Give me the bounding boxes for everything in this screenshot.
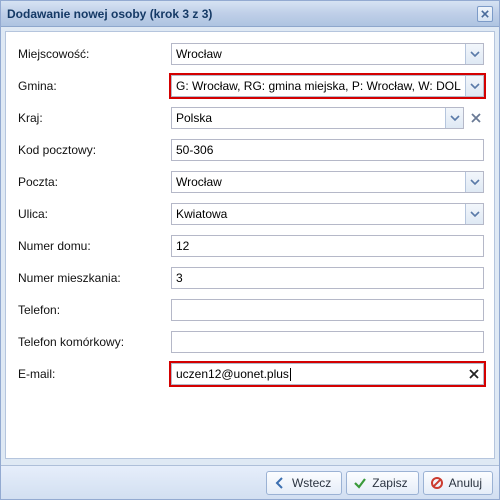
check-icon (353, 476, 367, 490)
label-gmina: Gmina: (16, 79, 171, 93)
back-button-label: Wstecz (292, 476, 331, 490)
dropdown-trigger-gmina[interactable] (465, 76, 483, 96)
input-numer-mieszkania[interactable] (172, 268, 483, 288)
row-telefon-kom: Telefon komórkowy: (16, 330, 484, 354)
cancel-button-label: Anuluj (449, 476, 482, 490)
field-email[interactable]: uczen12@uonet.plus (171, 363, 484, 385)
save-button[interactable]: Zapisz (346, 471, 418, 495)
label-ulica: Ulica: (16, 207, 171, 221)
row-numer-mieszkania: Numer mieszkania: (16, 266, 484, 290)
field-telefon-kom[interactable] (171, 331, 484, 353)
clear-email-button[interactable] (465, 364, 483, 384)
field-telefon[interactable] (171, 299, 484, 321)
text-cursor (290, 368, 291, 381)
save-button-label: Zapisz (372, 476, 407, 490)
clear-kraj-button[interactable] (468, 107, 484, 129)
input-telefon[interactable] (172, 300, 483, 320)
label-numer-domu: Numer domu: (16, 239, 171, 253)
form-body: Miejscowość: Gmina: Kraj: (5, 31, 495, 459)
row-miejscowosc: Miejscowość: (16, 42, 484, 66)
dropdown-trigger-kraj[interactable] (445, 108, 463, 128)
row-telefon: Telefon: (16, 298, 484, 322)
dropdown-trigger-miejscowosc[interactable] (465, 44, 483, 64)
row-poczta: Poczta: (16, 170, 484, 194)
cancel-icon (430, 476, 444, 490)
label-email: E-mail: (16, 367, 171, 381)
field-kod-pocztowy[interactable] (171, 139, 484, 161)
field-numer-mieszkania[interactable] (171, 267, 484, 289)
chevron-down-icon (470, 209, 480, 219)
input-miejscowosc[interactable] (172, 44, 465, 64)
cancel-button[interactable]: Anuluj (423, 471, 493, 495)
back-button[interactable]: Wstecz (266, 471, 342, 495)
input-poczta[interactable] (172, 172, 465, 192)
input-kod-pocztowy[interactable] (172, 140, 483, 160)
label-poczta: Poczta: (16, 175, 171, 189)
row-ulica: Ulica: (16, 202, 484, 226)
arrow-left-icon (273, 476, 287, 490)
field-miejscowosc[interactable] (171, 43, 484, 65)
dialog-window: Dodawanie nowej osoby (krok 3 z 3) Miejs… (0, 0, 500, 500)
label-telefon-kom: Telefon komórkowy: (16, 335, 171, 349)
row-email: E-mail: uczen12@uonet.plus (16, 362, 484, 386)
input-kraj[interactable] (172, 108, 445, 128)
row-kraj: Kraj: (16, 106, 484, 130)
close-icon (481, 10, 489, 18)
field-gmina[interactable] (171, 75, 484, 97)
dropdown-trigger-ulica[interactable] (465, 204, 483, 224)
label-telefon: Telefon: (16, 303, 171, 317)
input-email[interactable]: uczen12@uonet.plus (172, 364, 465, 384)
x-icon (471, 113, 481, 123)
email-text: uczen12@uonet.plus (176, 367, 289, 381)
chevron-down-icon (450, 113, 460, 123)
input-telefon-kom[interactable] (172, 332, 483, 352)
label-kod-pocztowy: Kod pocztowy: (16, 143, 171, 157)
chevron-down-icon (470, 177, 480, 187)
field-poczta[interactable] (171, 171, 484, 193)
input-gmina[interactable] (172, 76, 465, 96)
row-kod-pocztowy: Kod pocztowy: (16, 138, 484, 162)
label-kraj: Kraj: (16, 111, 171, 125)
row-gmina: Gmina: (16, 74, 484, 98)
dialog-footer: Wstecz Zapisz Anuluj (1, 465, 499, 499)
field-ulica[interactable] (171, 203, 484, 225)
window-title: Dodawanie nowej osoby (krok 3 z 3) (7, 7, 477, 21)
label-numer-mieszkania: Numer mieszkania: (16, 271, 171, 285)
chevron-down-icon (470, 81, 480, 91)
chevron-down-icon (470, 49, 480, 59)
dropdown-trigger-poczta[interactable] (465, 172, 483, 192)
input-numer-domu[interactable] (172, 236, 483, 256)
x-icon (469, 369, 479, 379)
input-ulica[interactable] (172, 204, 465, 224)
titlebar: Dodawanie nowej osoby (krok 3 z 3) (1, 1, 499, 27)
field-numer-domu[interactable] (171, 235, 484, 257)
field-kraj[interactable] (171, 107, 464, 129)
window-close-button[interactable] (477, 6, 493, 22)
row-numer-domu: Numer domu: (16, 234, 484, 258)
label-miejscowosc: Miejscowość: (16, 47, 171, 61)
